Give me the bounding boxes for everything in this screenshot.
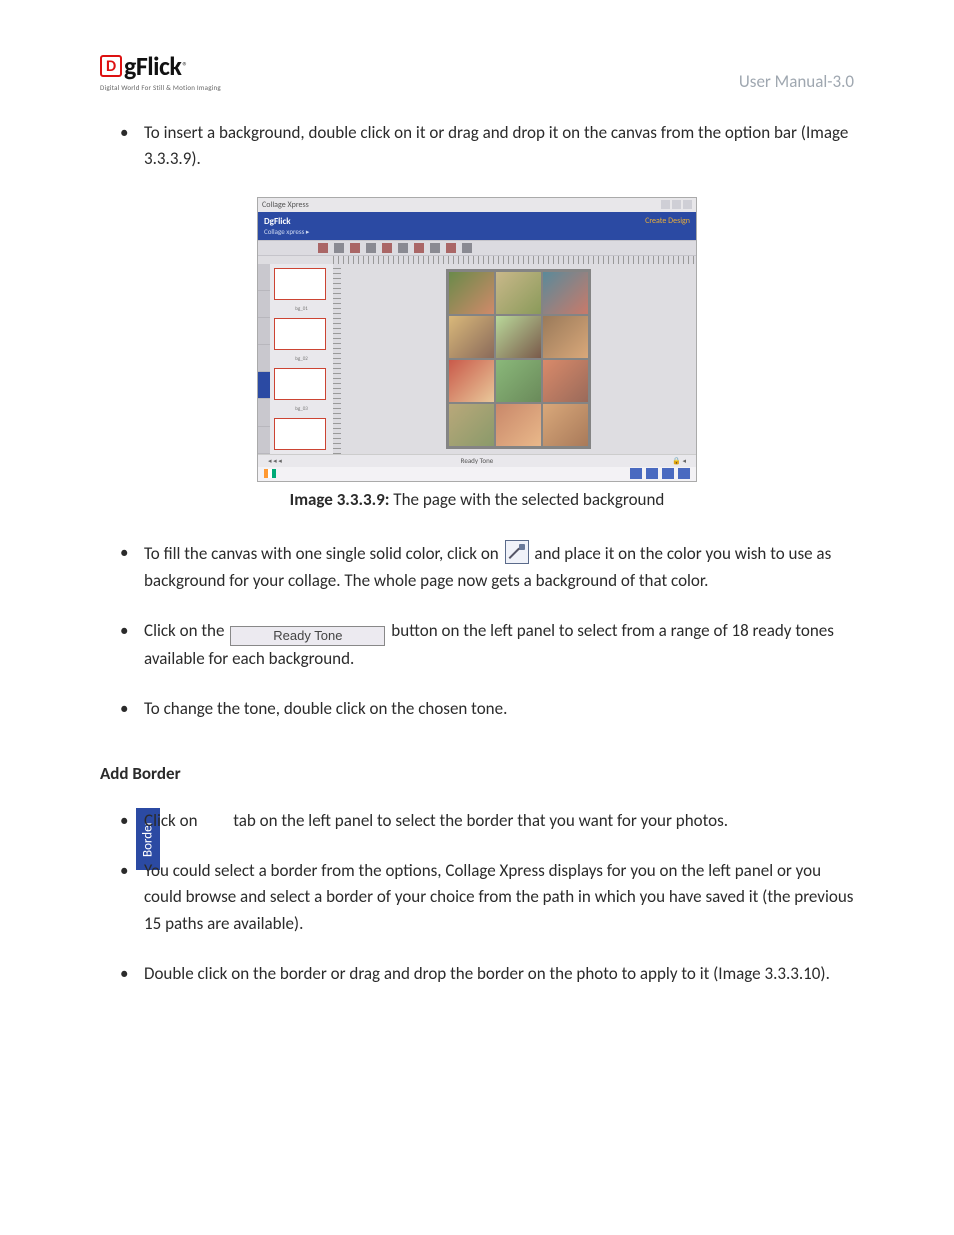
logo-mark: D — [100, 55, 122, 77]
bullet-select-border: You could select a border from the optio… — [120, 858, 854, 937]
eyedropper-icon — [505, 540, 529, 564]
window-title: Collage Xpress — [262, 200, 309, 210]
breadcrumb: Collage xpress ▸ — [264, 227, 309, 236]
logo-text: gFlick — [124, 50, 181, 82]
bullet-insert-background: To insert a background, double click on … — [120, 120, 854, 173]
logo-subtitle: Digital World For Still & Motion Imaging — [100, 83, 221, 92]
page-header: D gFlick ® Digital World For Still & Mot… — [100, 50, 854, 92]
save-icons — [630, 468, 690, 479]
bullet-fill-color: To fill the canvas with one single solid… — [120, 540, 854, 594]
thumbnail-panel: bg_01 bg_02 bg_03 — [270, 264, 333, 454]
figure-caption: Image 3.3.3.9: The page with the selecte… — [100, 489, 854, 510]
bullet-apply-border: Double click on the border or drag and d… — [120, 961, 854, 987]
collage-canvas — [446, 269, 591, 449]
toolbar — [258, 240, 696, 256]
flag-icon — [264, 469, 276, 478]
create-design-label: Create Design — [645, 216, 690, 226]
logo-reg: ® — [182, 60, 188, 73]
section-add-border: Add Border — [100, 763, 854, 784]
ready-tone-button: Ready Tone — [230, 626, 385, 646]
ready-tone-label: Ready Tone — [461, 456, 494, 465]
figure-screenshot: Collage Xpress DgFlick Collage xpress ▸ … — [257, 197, 697, 482]
ruler-vertical — [333, 264, 341, 454]
header-title: User Manual-3.0 — [739, 71, 854, 92]
side-tabs — [258, 264, 270, 454]
ruler-horizontal — [333, 256, 696, 264]
logo: D gFlick ® Digital World For Still & Mot… — [100, 50, 221, 92]
bullet-ready-tone: Click on the Ready Tone button on the le… — [120, 618, 854, 672]
app-brand: DgFlick — [264, 216, 291, 227]
window-controls — [661, 200, 692, 209]
bullet-click-border-tab: Click on tab on the left panel to select… — [120, 808, 854, 834]
bullet-change-tone: To change the tone, double click on the … — [120, 696, 854, 722]
